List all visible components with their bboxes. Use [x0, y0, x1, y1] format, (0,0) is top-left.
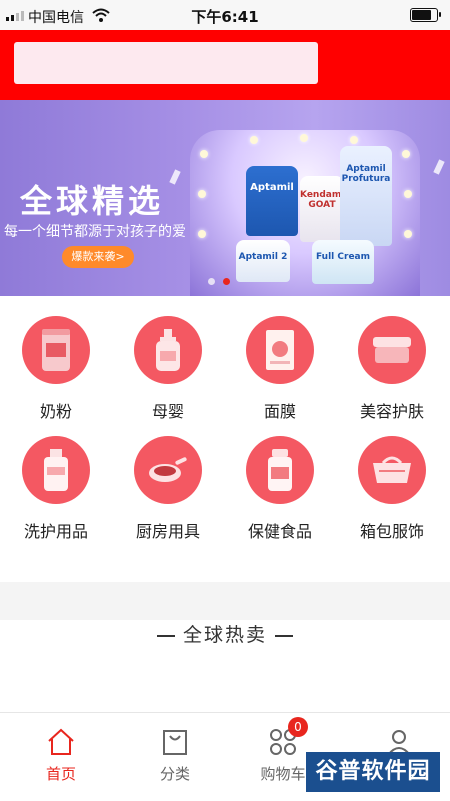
banner-title: 全球精选: [20, 182, 165, 220]
carousel-dot-active[interactable]: [223, 278, 230, 285]
category-milk-powder[interactable]: 奶粉: [0, 316, 112, 422]
baby-lotion-bottle-icon: [134, 316, 202, 384]
handbag-icon: [358, 436, 426, 504]
clock: 下午6:41: [191, 8, 259, 26]
category-label: 洗护用品: [23, 522, 88, 541]
category-kitchenware[interactable]: 厨房用具: [112, 436, 224, 542]
category-label: 美容护肤: [359, 402, 424, 421]
cream-jar-icon: [358, 316, 426, 384]
shopping-bag-icon: [160, 727, 190, 757]
category-grid: 奶粉 母婴 面膜 美容护肤 洗护用品 厨房用具 保健食品 箱包服饰: [0, 296, 450, 582]
carousel-dot[interactable]: [208, 278, 215, 285]
section-title-text: 全球热卖: [182, 624, 267, 646]
section-divider: [0, 582, 450, 620]
category-health-food[interactable]: 保健食品: [224, 436, 336, 542]
banner-cta-button[interactable]: 爆款来袭>: [62, 246, 134, 268]
tab-home[interactable]: 首页: [16, 727, 106, 784]
section-heading: 全球热卖: [0, 620, 450, 647]
tab-label: 首页: [45, 765, 76, 783]
face-mask-pack-icon: [246, 316, 314, 384]
product-can: Kendamil GOAT: [300, 176, 347, 242]
category-label: 箱包服饰: [359, 522, 424, 541]
heading-line: [156, 634, 175, 637]
kitchen-pan-icon: [134, 436, 202, 504]
home-icon: [46, 727, 76, 757]
battery-icon: [410, 8, 441, 22]
status-bar: 中国电信 下午6:41: [0, 0, 450, 30]
shampoo-bottle-icon: [22, 436, 90, 504]
category-label: 奶粉: [39, 402, 72, 421]
category-bags-apparel[interactable]: 箱包服饰: [336, 436, 448, 542]
cart-badge: 0: [288, 717, 308, 737]
category-label: 母婴: [151, 402, 184, 421]
promo-banner[interactable]: Aptamil Kendamil GOAT Aptamil Profutura …: [0, 100, 450, 296]
heading-line: [275, 634, 293, 637]
search-input[interactable]: [14, 42, 318, 84]
sparkle-icon: [433, 159, 445, 175]
category-toiletries[interactable]: 洗护用品: [0, 436, 112, 542]
product-can: Full Cream: [312, 240, 374, 284]
category-mother-baby[interactable]: 母婴: [112, 316, 224, 422]
supplement-bottle-icon: [246, 436, 314, 504]
category-label: 厨房用具: [135, 522, 200, 541]
watermark-logo: 谷普软件园: [306, 752, 440, 792]
category-face-mask[interactable]: 面膜: [224, 316, 336, 422]
category-skincare[interactable]: 美容护肤: [336, 316, 448, 422]
tab-category[interactable]: 分类: [130, 727, 220, 784]
product-can: Aptamil: [246, 166, 298, 236]
category-label: 保健食品: [247, 522, 312, 541]
product-stage: Aptamil Kendamil GOAT Aptamil Profutura …: [190, 130, 420, 296]
sparkle-icon: [169, 169, 181, 185]
top-header: [0, 30, 450, 100]
tab-label: 购物车: [260, 765, 306, 783]
carousel-indicator: [208, 278, 230, 285]
product-can: Aptamil 2: [236, 240, 290, 282]
category-label: 面膜: [263, 402, 296, 421]
cart-icon: 0: [268, 717, 308, 757]
milk-powder-can-icon: [22, 316, 90, 384]
banner-subtitle: 每一个细节都源于对孩子的爱: [4, 224, 186, 240]
tab-label: 分类: [159, 765, 190, 783]
product-can: Aptamil Profutura: [340, 146, 392, 246]
